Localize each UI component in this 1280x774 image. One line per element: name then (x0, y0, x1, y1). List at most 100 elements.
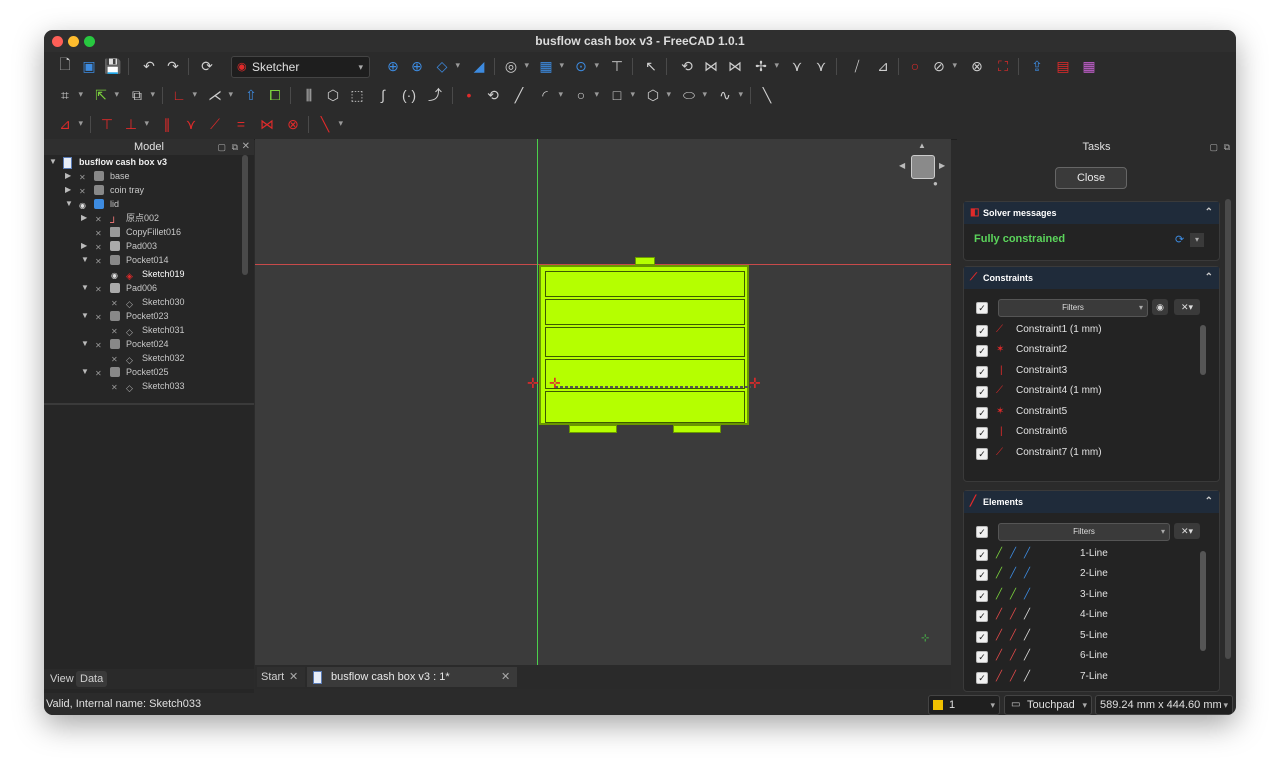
panel-float-icon[interactable]: ▢ (217, 139, 226, 155)
sketch-tool-icon-6[interactable]: ⋎ (812, 57, 830, 75)
toggle-driving-icon[interactable]: ╲ (316, 115, 343, 133)
tree-item-lid[interactable]: ▼ ◉ lid (44, 197, 244, 211)
sketch-tool-icon-2[interactable]: ⋈ (702, 57, 720, 75)
expand-arrow-icon[interactable]: ▶ (81, 211, 88, 225)
close-tab-icon[interactable]: ✕ (501, 667, 510, 687)
sketch-tool-icon-1[interactable]: ⟲ (678, 57, 696, 75)
open-document-icon[interactable]: ▣ (80, 57, 98, 75)
constraints-filter-dropdown[interactable]: Filters ▾ (998, 299, 1148, 317)
tab-document[interactable]: busflow cash box v3 : 1* ✕ (307, 667, 517, 687)
row-checkbox[interactable]: ✓ (976, 549, 988, 561)
row-checkbox[interactable]: ✓ (976, 427, 988, 439)
close-tab-icon[interactable]: ✕ (289, 667, 298, 687)
sketch-tool-icon-5[interactable]: ⋎ (788, 57, 806, 75)
macro-icon[interactable]: ⊤ (608, 57, 626, 75)
collapse-arrow-icon[interactable]: ▼ (81, 309, 89, 323)
constraint-point-icon[interactable]: ✛ (749, 375, 761, 392)
elements-filter-dropdown[interactable]: Filters ▾ (998, 523, 1170, 541)
nav-arrow-right-icon[interactable]: ▶ (939, 161, 945, 170)
visibility-hidden-icon[interactable]: ✕ (79, 171, 89, 182)
select-elements-icon[interactable]: ∟ (170, 86, 197, 104)
tree-item-copyfillet016[interactable]: ✕ CopyFillet016 (44, 225, 244, 239)
visibility-hidden-icon[interactable]: ✕ (95, 283, 105, 294)
expand-arrow-icon[interactable]: ▶ (65, 183, 72, 197)
attachment-icon[interactable]: ⊘ (930, 57, 957, 75)
equal-constraint-icon[interactable]: = (232, 115, 250, 133)
nav-home-icon[interactable]: ● (933, 179, 938, 188)
visibility-hidden-icon[interactable]: ✕ (95, 241, 105, 252)
visibility-hidden-icon[interactable]: ✕ (95, 213, 105, 224)
link-icon[interactable]: ⊗ (968, 57, 986, 75)
row-checkbox[interactable]: ✓ (976, 407, 988, 419)
dimension-readout[interactable]: 589.24 mm x 444.60 mm ▾ (1095, 695, 1233, 715)
list-item[interactable]: ✓ ⟋ Constraint7 (1 mm) (968, 444, 1198, 462)
visibility-hidden-icon[interactable]: ✕ (111, 353, 121, 364)
list-item[interactable]: ✓ ✶ Constraint2 (968, 341, 1198, 359)
rectangle-tool-icon[interactable]: □ (608, 86, 635, 104)
sketch-tool-icon-4[interactable]: ✢ (752, 57, 779, 75)
visibility-hidden-icon[interactable]: ✕ (111, 325, 121, 336)
panel-float-icon[interactable]: ▢ (1209, 139, 1218, 155)
polygon-tool-icon[interactable]: ⬡ (644, 86, 671, 104)
settings-tool-icon[interactable]: ✕▾ (1174, 523, 1200, 539)
view-section-icon[interactable]: ▦ (1080, 57, 1098, 75)
construction-line-icon[interactable]: ╲ (758, 86, 776, 104)
constraint-point-icon[interactable]: ✛ (527, 375, 539, 392)
tree-item-sketch019[interactable]: ◉ ◈ Sketch019 (44, 267, 244, 281)
tree-item-pocket024[interactable]: ▼ ✕ Pocket024 (44, 337, 244, 351)
tree-item-base[interactable]: ▶ ✕ base (44, 169, 244, 183)
sketch-tool-icon-12[interactable]: ⤴ (426, 86, 444, 104)
list-item[interactable]: ✓ ╱╱╱ 4-Line (968, 606, 1198, 624)
select-all-checkbox[interactable]: ✓ (976, 526, 988, 538)
sketch-tool-icon-10[interactable]: ∫ (374, 86, 392, 104)
techdraw-icon[interactable]: ▤ (1054, 57, 1072, 75)
constraints-header[interactable]: ⟋ Constraints ⌃ (964, 267, 1219, 289)
visibility-eye-icon[interactable]: ◉ (79, 199, 89, 210)
nav-cube-face-icon[interactable] (911, 155, 935, 179)
tree-item-pocket014[interactable]: ▼ ✕ Pocket014 (44, 253, 244, 267)
close-button[interactable]: Close (1055, 167, 1127, 189)
row-checkbox[interactable]: ✓ (976, 366, 988, 378)
view-box-icon[interactable]: ▦ (537, 57, 564, 75)
constraint-point-icon[interactable]: ✛ (549, 375, 561, 392)
view-section-sketch-icon[interactable]: ⧠ (266, 86, 284, 104)
visibility-eye-icon[interactable]: ◉ (111, 269, 121, 280)
validate-sketch-icon[interactable]: ⛶ (994, 57, 1012, 75)
new-document-icon[interactable]: 🗋 (56, 56, 74, 75)
expand-arrow-icon[interactable]: ▶ (65, 169, 72, 183)
tasks-scrollbar[interactable] (1225, 199, 1231, 659)
collapse-arrow-icon[interactable]: ▼ (81, 365, 89, 379)
sketch-tool-icon-8[interactable]: ⬡ (324, 86, 342, 104)
list-item[interactable]: ✓ ╱╱╱ 1-Line (968, 545, 1198, 563)
symmetric-constraint-icon[interactable]: ⋈ (258, 115, 276, 133)
visibility-hidden-icon[interactable]: ✕ (111, 381, 121, 392)
row-checkbox[interactable]: ✓ (976, 610, 988, 622)
visibility-hidden-icon[interactable]: ✕ (95, 255, 105, 266)
sketch-geometry[interactable] (539, 265, 751, 425)
row-checkbox[interactable]: ✓ (976, 631, 988, 643)
list-item[interactable]: ✓ | Constraint3 (968, 362, 1198, 380)
row-checkbox[interactable]: ✓ (976, 325, 988, 337)
tree-item-sketch032[interactable]: ✕ ◇ Sketch032 (44, 351, 244, 365)
row-checkbox[interactable]: ✓ (976, 386, 988, 398)
whats-this-icon[interactable]: ↖ (642, 57, 660, 75)
tree-divider[interactable] (44, 403, 254, 405)
point-tool-icon[interactable]: • (460, 86, 478, 104)
row-checkbox[interactable]: ✓ (976, 345, 988, 357)
tree-item-sketch031[interactable]: ✕ ◇ Sketch031 (44, 323, 244, 337)
slot-tool-icon[interactable]: ⬭ (680, 86, 707, 104)
chevron-down-icon[interactable]: ▾ (1190, 233, 1204, 247)
visibility-hidden-icon[interactable]: ✕ (79, 185, 89, 196)
block-constraint-icon[interactable]: ⊗ (284, 115, 302, 133)
select-tools-icon[interactable]: ⋌ (206, 86, 233, 104)
standard-views-icon[interactable]: ◇ (433, 57, 460, 75)
tree-item-sketch030[interactable]: ✕ ◇ Sketch030 (44, 295, 244, 309)
row-checkbox[interactable]: ✓ (976, 672, 988, 684)
fit-all-icon[interactable]: ⊕ (384, 57, 402, 75)
collapse-arrow-icon[interactable]: ▼ (81, 253, 89, 267)
arc-tool-icon[interactable]: ◜ (536, 86, 563, 104)
collapse-arrow-icon[interactable]: ▼ (81, 337, 89, 351)
list-item[interactable]: ✓ ╱╱╱ 3-Line (968, 586, 1198, 604)
workbench-selector[interactable]: ◉ Sketcher ▾ (231, 56, 370, 78)
visibility-hidden-icon[interactable]: ✕ (95, 311, 105, 322)
